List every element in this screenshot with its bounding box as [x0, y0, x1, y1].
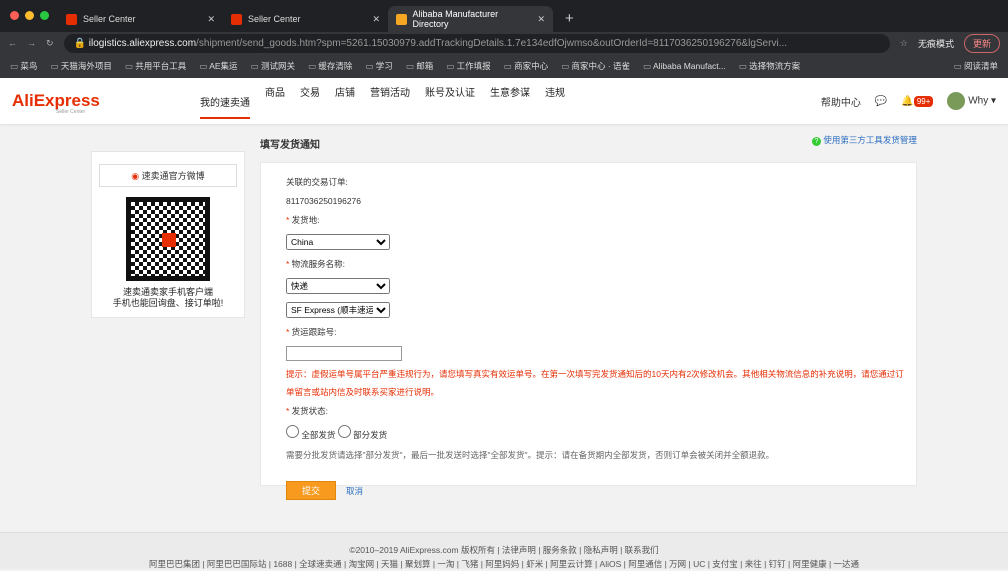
third-party-label: 使用第三方工具发货管理: [823, 135, 917, 145]
bookmark[interactable]: Alibaba Manufact...: [643, 61, 726, 72]
back-icon[interactable]: ←: [8, 38, 17, 48]
radio-partial-shipment[interactable]: [337, 425, 351, 438]
logo[interactable]: AliExpress Seller Center: [12, 91, 200, 115]
help-icon: ?: [812, 137, 821, 146]
notifications[interactable]: 🔔 99+: [901, 95, 934, 107]
promo-line-1: 速卖通卖家手机客户端: [122, 287, 213, 297]
browser-tab-active[interactable]: Alibaba Manufacturer Directory ✕: [388, 6, 553, 32]
main-nav: 我的速卖通 商品 交易 店铺 营销活动 账号及认证 生意参谋 违规: [200, 84, 565, 119]
ship-from-select[interactable]: China: [286, 234, 390, 250]
aliexpress-favicon-icon: [66, 13, 77, 25]
bookmark[interactable]: 测试网关: [251, 60, 295, 72]
ship-from-label: 发货地:: [286, 214, 916, 226]
star-icon[interactable]: ☆: [900, 38, 908, 49]
new-tab-icon[interactable]: +: [565, 10, 574, 27]
nav-trade[interactable]: 交易: [300, 84, 320, 119]
site-header: AliExpress Seller Center 我的速卖通 商品 交易 店铺 营…: [0, 78, 1008, 124]
window-controls[interactable]: [10, 11, 49, 20]
bookmark[interactable]: 学习: [365, 60, 393, 72]
shipping-form: 关联的交易订单: 8117036250196276 发货地: China 物流服…: [260, 162, 917, 500]
lock-icon: 🔒: [73, 37, 89, 49]
nav-business-advisor[interactable]: 生意参谋: [490, 84, 530, 119]
tracking-number-input[interactable]: [286, 346, 402, 361]
close-tab-icon[interactable]: ✕: [537, 14, 545, 25]
status-label: 发货状态:: [286, 405, 916, 417]
order-label: 关联的交易订单:: [286, 177, 348, 187]
weibo-link[interactable]: ◉ 速卖通官方微博: [99, 164, 237, 187]
incognito-indicator[interactable]: 无痕模式: [918, 37, 954, 50]
reload-icon[interactable]: ↻: [46, 38, 54, 49]
notification-badge: 99+: [913, 95, 934, 107]
bookmark[interactable]: 选择物流方案: [739, 60, 800, 72]
bookmark[interactable]: 商家中心 · 语雀: [561, 60, 630, 72]
chevron-down-icon: ▾: [990, 95, 996, 107]
address-bar[interactable]: 🔒 ilogistics.aliexpress.com/shipment/sen…: [63, 33, 890, 53]
user-menu[interactable]: Why ▾: [947, 92, 996, 110]
radio-full-shipment[interactable]: [286, 425, 299, 438]
service-type-select[interactable]: 快递: [286, 278, 390, 294]
browser-chrome: Seller Center ✕ Seller Center ✕ Alibaba Ma…: [0, 0, 1008, 78]
close-tab-icon[interactable]: ✕: [207, 14, 215, 25]
bookmark[interactable]: 菜鸟: [10, 60, 37, 72]
aliexpress-favicon-icon: [231, 13, 242, 25]
logistics-label: 物流服务名称:: [286, 258, 916, 270]
nav-my-aliexpress[interactable]: 我的速卖通: [200, 94, 250, 119]
bookmark[interactable]: 缓存清除: [308, 60, 352, 72]
nav-violations[interactable]: 违规: [545, 84, 565, 119]
nav-store[interactable]: 店铺: [335, 84, 355, 119]
bookmarks-bar: 菜鸟 天猫海外项目 共用平台工具 AE集运 测试网关 缓存清除 学习 邮箱 工作填报 商家中心 商家…: [0, 54, 1008, 78]
forward-icon[interactable]: →: [27, 38, 36, 48]
bookmark[interactable]: 工作填报: [446, 60, 491, 72]
url-host: ilogistics.aliexpress.com: [88, 37, 197, 49]
promo-line-2: 手机也能回询盘、接订单啦!: [112, 298, 224, 308]
full-shipment-label: 全部发货: [301, 430, 336, 440]
footer-legal[interactable]: ©2010–2019 AliExpress.com 版权所有 | 法律声明 | …: [0, 543, 1008, 557]
app-promo-panel: ◉ 速卖通官方微博 速卖通卖家手机客户端 手机也能回询盘、接订单啦!: [91, 151, 245, 318]
cancel-link[interactable]: 取消: [346, 486, 363, 496]
bell-icon: 🔔: [901, 95, 914, 107]
avatar: [947, 92, 966, 110]
alibaba-favicon-icon: [396, 13, 407, 25]
reading-list[interactable]: 阅读清单: [954, 60, 998, 72]
order-id: 8117036250196276: [286, 196, 362, 206]
close-tab-icon[interactable]: ✕: [372, 14, 380, 25]
nav-products[interactable]: 商品: [265, 84, 285, 119]
cart-icon: [162, 233, 176, 247]
logo-text: AliExpress: [12, 91, 100, 110]
bookmark[interactable]: 邮箱: [406, 60, 433, 72]
third-party-tool-link[interactable]: ? 使用第三方工具发货管理: [812, 134, 917, 146]
page-title: 填写发货通知: [260, 140, 320, 151]
bookmark[interactable]: AE集运: [199, 60, 237, 72]
carrier-select[interactable]: SF Express (顺丰速运): [286, 302, 390, 318]
weibo-label: 速卖通官方微博: [141, 171, 205, 181]
weibo-icon: ◉: [131, 171, 140, 181]
tracking-label: 货运跟踪号:: [286, 326, 916, 338]
submit-button[interactable]: 提交: [286, 481, 336, 500]
partial-shipment-label: 部分发货: [353, 430, 388, 440]
footer: ©2010–2019 AliExpress.com 版权所有 | 法律声明 | …: [0, 532, 1008, 569]
browser-tab[interactable]: Seller Center ✕: [58, 6, 223, 32]
status-note: 需要分批发货请选择"部分发货"，最后一批发送时选择"全部发货"。提示：请在备货期…: [286, 450, 775, 460]
qr-code: [126, 197, 210, 281]
tab-title: Alibaba Manufacturer Directory: [412, 9, 499, 29]
help-center-link[interactable]: 帮助中心: [821, 94, 861, 109]
logo-subtitle: Seller Center: [56, 109, 86, 115]
url-path: /shipment/send_goods.htm?spm=5261.150309…: [196, 37, 787, 49]
bookmark[interactable]: 商家中心: [504, 60, 548, 72]
browser-tab[interactable]: Seller Center ✕: [223, 6, 388, 32]
update-button[interactable]: 更新: [963, 33, 1000, 53]
tab-title: Seller Center: [248, 14, 301, 24]
nav-marketing[interactable]: 营销活动: [370, 84, 410, 119]
bookmark[interactable]: 共用平台工具: [125, 60, 186, 72]
warning-text: 提示：虚假运单号属平台严重违规行为，请您填写真实有效运单号。在第一次填写完发货通…: [286, 369, 904, 397]
nav-account[interactable]: 账号及认证: [425, 84, 475, 119]
bookmark[interactable]: 天猫海外项目: [50, 60, 112, 72]
user-name: Why: [968, 95, 989, 107]
chat-icon[interactable]: 💬: [875, 96, 887, 107]
tab-title: Seller Center: [83, 14, 136, 24]
